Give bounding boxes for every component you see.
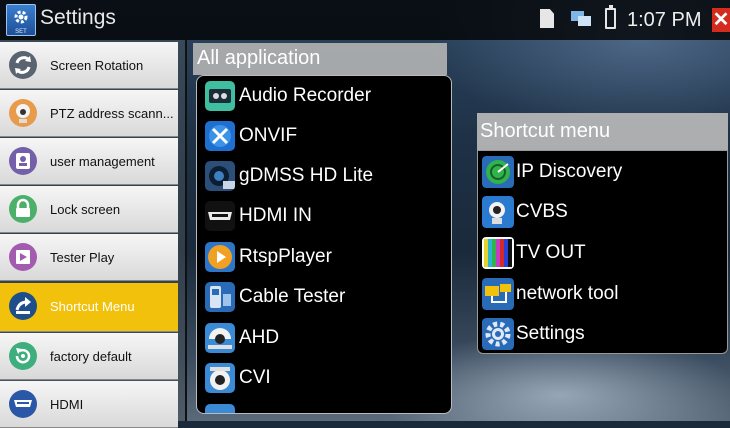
ahd-camera-icon [205,323,235,353]
app-label: RtspPlayer [239,246,332,267]
app-label: Audio Recorder [239,85,372,106]
shortcut-item-cvbs[interactable]: CVBS [480,194,725,232]
shortcut-item-settings[interactable]: Settings [480,316,725,354]
clock: 1:07 PM [627,9,702,31]
network-icon [571,11,591,26]
sidebar-item-label: PTZ address scann... [50,106,174,121]
app-label: AHD [239,327,280,348]
all-application-title: All application [197,47,321,69]
sidebar-item-label: user management [50,154,155,169]
close-icon[interactable]: ✕ [712,8,730,32]
app-label: Cable Tester [239,286,346,307]
app-item-onvif[interactable]: ONVIF [203,118,448,156]
cable-tester-icon [205,282,235,312]
app-item-gdmss-hd-lite[interactable]: gDMSS HD Lite [203,158,448,196]
all-application-list[interactable]: Audio Recorder ONVIF gDMSS HD Lite HDMI … [196,75,452,414]
app-item-ahd[interactable]: AHD [203,320,448,358]
shortcut-menu-header: Shortcut menu [477,113,728,150]
reset-icon [9,342,37,370]
settings-sidebar: Screen Rotation PTZ address scann... use… [0,40,187,428]
cvbs-camera-icon [482,196,514,228]
onvif-icon [205,121,235,151]
rtsp-player-icon [205,242,235,272]
cvi-camera-icon [205,363,235,393]
sidebar-item-shortcut-menu[interactable]: Shortcut Menu [0,283,178,332]
shortcut-menu-title: Shortcut menu [480,120,611,142]
sidebar-item-screen-rotation[interactable]: Screen Rotation [0,42,178,89]
shortcut-item-tv-out[interactable]: TV OUT [480,235,725,273]
sidebar-item-label: Shortcut Menu [50,299,135,314]
sidebar-item-label: HDMI [50,397,84,412]
app-item-audio-recorder[interactable]: Audio Recorder [203,78,448,116]
shortcut-menu-list[interactable]: IP Discovery CVBS TV OUT network tool Se… [477,150,728,354]
play-icon [9,243,37,271]
app-item-partial[interactable] [203,401,448,413]
status-bar: SET Settings 1:07 PM ✕ [0,0,730,40]
shortcut-item-ip-discovery[interactable]: IP Discovery [480,154,725,192]
audio-recorder-icon [205,81,235,111]
shortcut-label: CVBS [516,201,568,222]
app-item-cable-tester[interactable]: Cable Tester [203,279,448,317]
page-title: Settings [40,6,116,29]
settings-gear-icon [482,318,514,350]
user-management-icon [9,147,37,175]
rotation-icon [9,51,37,79]
app-item-hdmi-in[interactable]: HDMI IN [203,198,448,236]
sidebar-item-label: Lock screen [50,202,121,217]
shortcut-icon [9,292,37,320]
sidebar-item-ptz-address-scan[interactable]: PTZ address scann... [0,90,178,137]
sidebar-item-label: Screen Rotation [50,58,144,73]
lock-icon [9,195,37,223]
app-label: CVI [239,367,271,388]
app-label: ONVIF [239,125,298,146]
hdmi-in-icon [205,201,235,231]
gdmss-icon [205,161,235,191]
ptz-camera-icon [9,99,37,127]
sidebar-item-factory-default[interactable]: factory default [0,333,178,380]
app-label: gDMSS HD Lite [239,165,374,186]
hdmi-icon [9,390,37,418]
network-tool-icon [482,278,514,310]
shortcut-label: TV OUT [516,242,586,263]
all-application-header: All application [193,43,447,75]
app-item-cvi[interactable]: CVI [203,360,448,398]
tv-out-icon [482,237,514,269]
ip-discovery-icon [482,156,514,188]
shortcut-label: IP Discovery [516,161,623,182]
sidebar-item-label: factory default [50,349,132,364]
sidebar-item-tester-play[interactable]: Tester Play [0,234,178,281]
sidebar-item-user-management[interactable]: user management [0,138,178,185]
settings-app-icon: SET [6,4,36,36]
sd-card-icon [540,9,554,28]
battery-icon [605,5,616,29]
app-icon-caption: SET [15,29,27,35]
sidebar-item-label: Tester Play [50,250,115,265]
app-item-rtsp-player[interactable]: RtspPlayer [203,239,448,277]
shortcut-item-network-tool[interactable]: network tool [480,276,725,314]
shortcut-label: network tool [516,283,619,304]
shortcut-label: Settings [516,323,585,344]
partial-app-icon [205,404,235,413]
sidebar-item-lock-screen[interactable]: Lock screen [0,186,178,233]
app-label: HDMI IN [239,205,312,226]
